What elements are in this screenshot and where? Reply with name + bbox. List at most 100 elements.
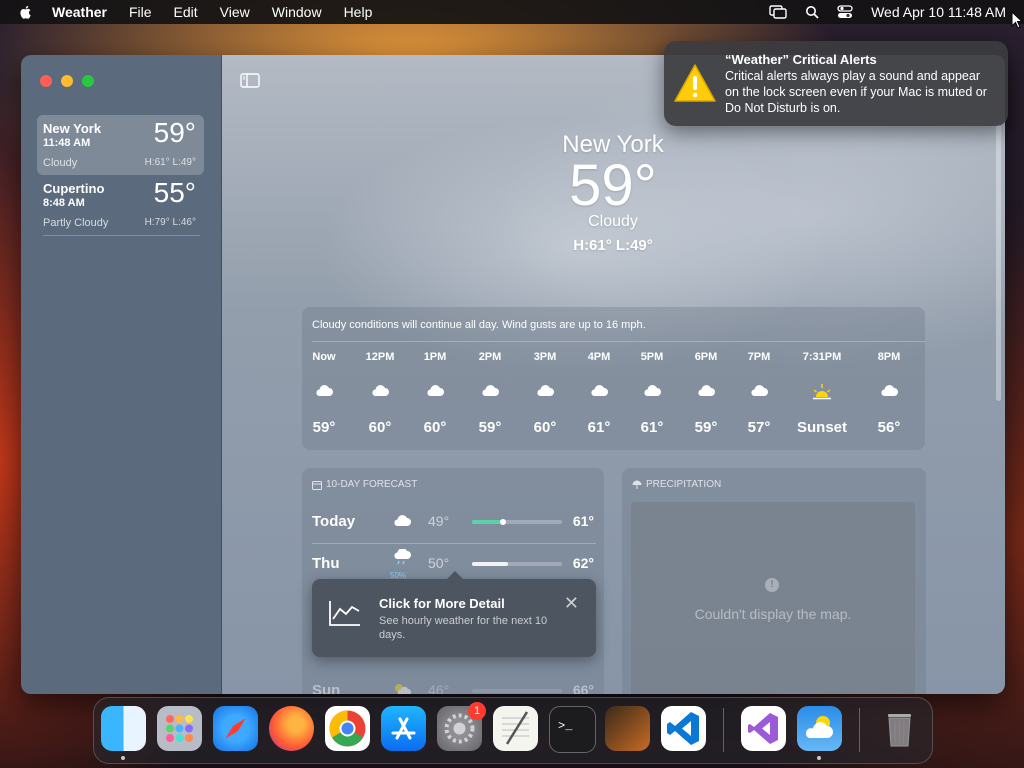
apple-menu-icon[interactable]	[18, 4, 34, 20]
menu-edit[interactable]: Edit	[174, 4, 198, 20]
hour-temp: 61°	[640, 419, 664, 436]
cloud-icon	[297, 383, 351, 405]
dock-system-settings-icon[interactable]: 1	[437, 702, 486, 751]
dock-firefox-icon[interactable]	[269, 706, 314, 751]
hourly-column: 5PM 61°	[625, 351, 679, 436]
cloud-icon	[625, 383, 679, 405]
hourly-column: 8PM 56°	[862, 351, 916, 436]
hour-temp: 61°	[587, 419, 611, 436]
dock-separator	[859, 708, 860, 752]
ten-day-title: 10-DAY FORECAST	[326, 479, 418, 490]
menu-view[interactable]: View	[220, 4, 250, 20]
location-hilo: H:61° L:49°	[144, 157, 196, 168]
dock-weather-icon[interactable]	[797, 706, 842, 751]
more-detail-tooltip[interactable]: Click for More Detail See hourly weather…	[312, 571, 596, 657]
hourly-column: 7PM 57°	[732, 351, 786, 436]
location-time: 11:48 AM	[43, 137, 91, 149]
main-weather-view: New York 59° Cloudy H:61° L:49° Cloudy c…	[222, 55, 1005, 694]
warning-icon	[674, 64, 716, 102]
minimize-window-button[interactable]	[61, 75, 73, 87]
dock-visual-studio-icon[interactable]	[741, 706, 786, 751]
hour-label: 6PM	[694, 351, 718, 363]
spotlight-search-icon[interactable]	[805, 5, 819, 19]
screen-mirroring-icon[interactable]	[769, 5, 787, 19]
day-low: 46°	[428, 682, 450, 694]
hour-temp: 59°	[478, 419, 502, 436]
hour-temp: 60°	[533, 419, 557, 436]
day-name: Thu	[312, 555, 340, 572]
cloud-icon	[862, 383, 916, 405]
hour-label: 5PM	[640, 351, 664, 363]
tooltip-title: Click for More Detail	[379, 596, 505, 611]
hourly-column: Now 59°	[297, 351, 351, 436]
menu-window[interactable]: Window	[272, 4, 322, 20]
location-item-new-york[interactable]: New York 11:48 AM 59° Cloudy H:61° L:49°	[37, 115, 204, 175]
app-menu-weather[interactable]: Weather	[52, 4, 107, 20]
location-condition: Partly Cloudy	[43, 217, 109, 229]
hour-label: 12PM	[365, 351, 395, 363]
cloud-icon	[463, 383, 517, 405]
precipitation-card[interactable]: PRECIPITATION ! Couldn't display the map…	[622, 468, 926, 694]
location-item-cupertino[interactable]: Cupertino 8:48 AM 55° Partly Cloudy H:79…	[37, 175, 204, 237]
dock-finder-icon[interactable]	[101, 706, 146, 751]
dock-terminal-icon[interactable]: >_	[549, 706, 596, 753]
dock-textedit-icon[interactable]	[493, 706, 538, 751]
dock-garageband-icon[interactable]	[605, 706, 650, 751]
partly-sunny-icon	[395, 684, 411, 694]
hourly-summary: Cloudy conditions will continue all day.…	[312, 319, 646, 331]
precipitation-map[interactable]: ! Couldn't display the map.	[631, 502, 915, 694]
dock-trash-icon[interactable]	[877, 706, 922, 751]
mouse-cursor-icon	[1011, 11, 1023, 29]
hour-label: 7:31PM	[802, 351, 842, 363]
day-high: 61°	[572, 513, 594, 529]
sidebar: New York 11:48 AM 59° Cloudy H:61° L:49°…	[21, 55, 222, 694]
info-icon: !	[765, 578, 779, 592]
sunset-icon	[795, 383, 849, 405]
menu-bar-clock[interactable]: Wed Apr 10 11:48 AM	[871, 4, 1006, 20]
hourly-column: 1PM 60°	[408, 351, 462, 436]
dock-safari-icon[interactable]	[213, 706, 258, 751]
zoom-window-button[interactable]	[82, 75, 94, 87]
dock-chrome-icon[interactable]	[325, 706, 370, 751]
day-name: Today	[312, 513, 356, 530]
dock-launchpad-icon[interactable]	[157, 706, 202, 751]
hourly-forecast-card[interactable]: Cloudy conditions will continue all day.…	[302, 307, 925, 450]
critical-alerts-notification[interactable]: “Weather” Critical Alerts Critical alert…	[664, 41, 1008, 126]
menu-help[interactable]: Help	[344, 4, 373, 20]
location-time: 8:48 AM	[43, 197, 85, 209]
dock-vscode-icon[interactable]	[661, 706, 706, 751]
day-name: Sun	[312, 682, 341, 694]
control-center-icon[interactable]	[837, 5, 853, 19]
location-hilo: H:79° L:46°	[144, 217, 196, 228]
line-chart-icon	[329, 601, 360, 626]
day-high: 66°	[572, 682, 594, 694]
current-conditions: New York 59° Cloudy H:61° L:49°	[513, 131, 713, 254]
day-low: 50°	[428, 555, 450, 571]
location-name: Cupertino	[43, 181, 105, 196]
menu-bar: Weather File Edit View Window Help Wed A…	[0, 0, 1024, 24]
current-condition: Cloudy	[588, 213, 638, 230]
cloud-icon	[518, 383, 572, 405]
dock-app-store-icon[interactable]	[381, 706, 426, 751]
window-controls	[40, 75, 94, 87]
menu-file[interactable]: File	[129, 4, 152, 20]
close-icon[interactable]: ✕	[564, 593, 579, 614]
hourly-column: 2PM 59°	[463, 351, 517, 436]
forecast-row-today[interactable]: Today 49° 61°	[302, 503, 604, 545]
hourly-column: 12PM 60°	[353, 351, 407, 436]
current-temperature: 59°	[569, 153, 657, 218]
divider	[43, 235, 200, 236]
precipitation-header: PRECIPITATION	[632, 479, 721, 490]
hour-label: 1PM	[423, 351, 447, 363]
close-window-button[interactable]	[40, 75, 52, 87]
cloud-icon	[394, 515, 411, 526]
hour-label: 7PM	[747, 351, 771, 363]
hour-temp: Sunset	[796, 419, 847, 436]
forecast-row-sun[interactable]: Sun 46° 66°	[302, 672, 604, 694]
dock-separator	[723, 708, 724, 752]
scrollbar[interactable]	[996, 125, 1001, 401]
hour-label: 8PM	[877, 351, 901, 363]
svg-text:>_: >_	[558, 719, 573, 733]
sidebar-toggle-icon[interactable]	[240, 73, 260, 88]
hour-temp: 59°	[694, 419, 718, 436]
